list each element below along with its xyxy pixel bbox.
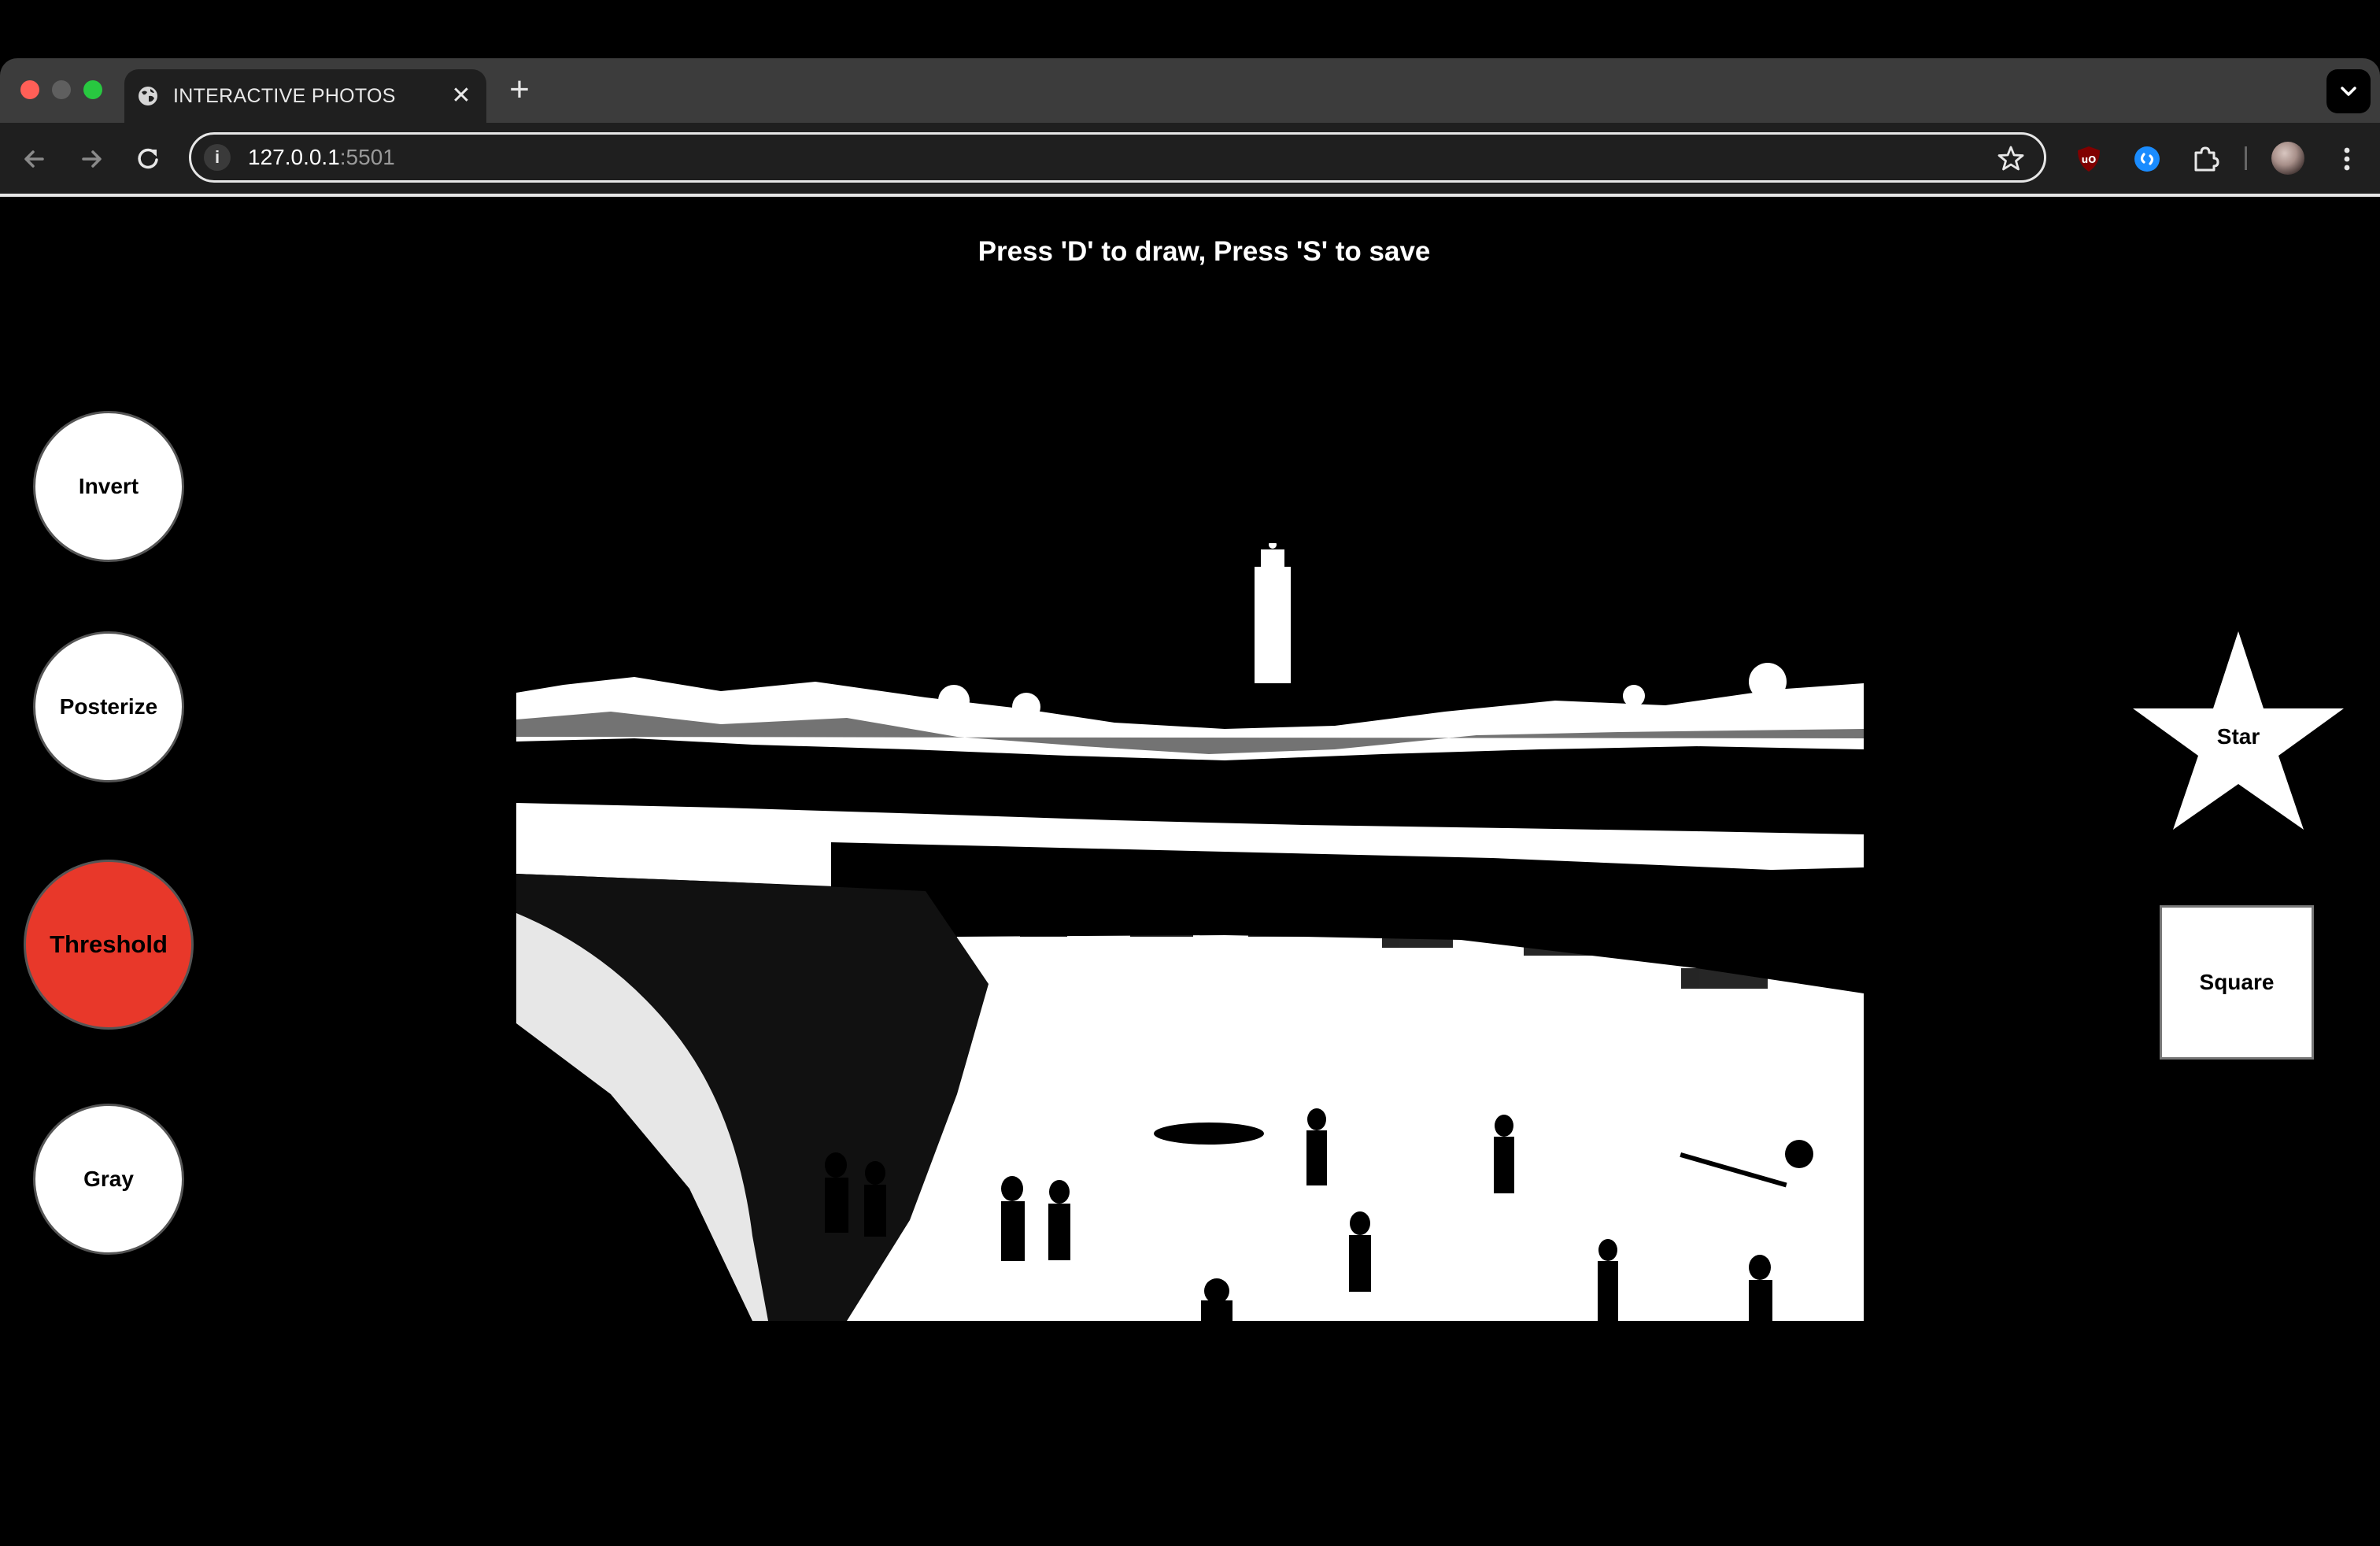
- svg-text:uO: uO: [2082, 154, 2097, 165]
- address-bar[interactable]: i 127.0.0.1:5501: [189, 132, 2046, 183]
- tab-search-button[interactable]: [2326, 69, 2371, 113]
- toolbar-separator: [2245, 146, 2247, 170]
- new-tab-button[interactable]: +: [501, 72, 538, 110]
- more-menu-icon[interactable]: [2331, 143, 2363, 175]
- window-close-control[interactable]: [20, 80, 39, 99]
- back-arrow-icon[interactable]: [17, 142, 52, 176]
- url-host: 127.0.0.1: [248, 145, 340, 169]
- reload-icon[interactable]: [131, 142, 165, 176]
- chevron-down-icon: [2341, 87, 2356, 96]
- threshold-photo[interactable]: [516, 543, 1864, 1321]
- profile-avatar[interactable]: [2271, 142, 2304, 175]
- ublock-extension-icon[interactable]: uO: [2075, 145, 2103, 173]
- minaret-shape: [1255, 567, 1291, 683]
- star-shape-label: Star: [2216, 724, 2260, 749]
- gray-filter-button[interactable]: Gray: [33, 1104, 184, 1255]
- shazam-extension-icon[interactable]: [2133, 145, 2161, 173]
- site-info-icon[interactable]: i: [204, 144, 231, 171]
- window-zoom-control[interactable]: [83, 80, 102, 99]
- extensions-puzzle-icon[interactable]: [2190, 143, 2221, 175]
- browser-tab[interactable]: INTERACTIVE PHOTOS ✕: [124, 69, 486, 123]
- globe-icon: [139, 87, 157, 105]
- bookmark-star-icon[interactable]: [1997, 144, 2025, 172]
- forward-arrow-icon[interactable]: [74, 142, 109, 176]
- screen: INTERACTIVE PHOTOS ✕ + i 127.0.0.1:5501 …: [0, 0, 2380, 1546]
- toolbar-divider-line: [0, 194, 2380, 197]
- threshold-filter-button[interactable]: Threshold: [24, 860, 194, 1030]
- url-port: :5501: [339, 145, 395, 169]
- square-shape-button[interactable]: Square: [2160, 905, 2314, 1060]
- url-text[interactable]: 127.0.0.1:5501: [248, 135, 395, 180]
- instruction-text: Press 'D' to draw, Press 'S' to save: [978, 236, 1431, 267]
- tab-title: INTERACTIVE PHOTOS: [173, 85, 396, 107]
- posterize-filter-button[interactable]: Posterize: [33, 631, 184, 782]
- window-minimize-control[interactable]: [52, 80, 71, 99]
- invert-filter-button[interactable]: Invert: [33, 411, 184, 562]
- close-tab-icon[interactable]: ✕: [449, 83, 474, 109]
